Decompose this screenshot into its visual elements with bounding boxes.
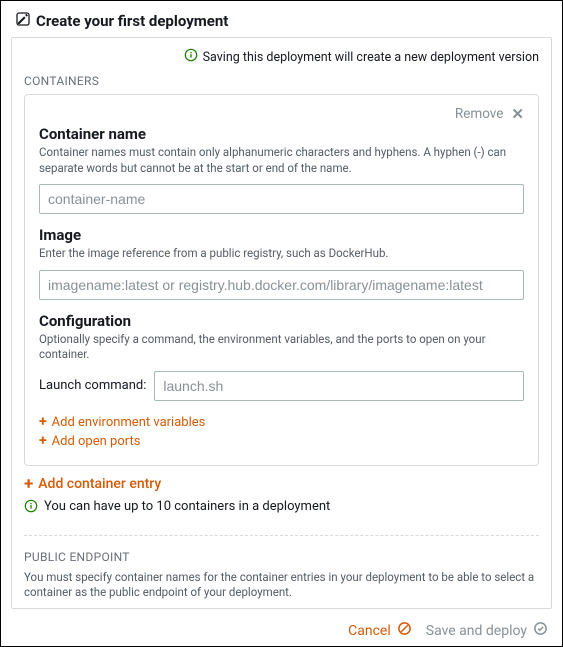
info-banner: Saving this deployment will create a new… — [24, 48, 539, 66]
footer: Cancel Save and deploy — [1, 615, 562, 646]
image-input[interactable] — [39, 270, 524, 300]
add-open-ports-label: Add open ports — [52, 434, 141, 449]
check-circle-icon — [533, 621, 548, 640]
add-container-entry-label: Add container entry — [38, 476, 161, 492]
cancel-icon — [397, 621, 412, 640]
remove-label: Remove — [455, 106, 504, 122]
container-name-desc: Container names must contain only alphan… — [39, 145, 524, 176]
add-container-entry-button[interactable]: + Add container entry — [24, 476, 539, 493]
plus-icon: + — [39, 434, 47, 448]
configuration-title: Configuration — [39, 312, 524, 330]
container-name-input[interactable] — [39, 184, 524, 214]
public-endpoint-label: PUBLIC ENDPOINT — [24, 550, 539, 564]
remove-button[interactable]: Remove ✕ — [39, 105, 524, 123]
info-icon — [184, 48, 198, 66]
container-limit-info: You can have up to 10 containers in a de… — [24, 499, 539, 517]
info-icon — [24, 499, 38, 517]
close-icon: ✕ — [511, 105, 524, 123]
plus-icon: + — [39, 415, 47, 429]
container-limit-text: You can have up to 10 containers in a de… — [44, 499, 330, 514]
container-card: Remove ✕ Container name Container names … — [24, 94, 539, 466]
cancel-button[interactable]: Cancel — [348, 621, 412, 640]
plus-icon: + — [24, 476, 33, 493]
page-title: Create your first deployment — [36, 12, 228, 30]
launch-command-label: Launch command: — [39, 378, 146, 393]
edit-icon — [15, 11, 31, 31]
deployment-form: Create your first deployment Saving this… — [0, 0, 563, 647]
add-env-vars-label: Add environment variables — [52, 415, 206, 430]
launch-command-row: Launch command: — [39, 371, 524, 401]
containers-label: CONTAINERS — [24, 74, 539, 88]
public-endpoint-desc: You must specify container names for the… — [24, 570, 539, 601]
save-label: Save and deploy — [426, 623, 527, 639]
info-banner-text: Saving this deployment will create a new… — [203, 50, 539, 65]
launch-command-input[interactable] — [154, 371, 524, 401]
header: Create your first deployment — [1, 1, 562, 37]
content: Saving this deployment will create a new… — [11, 37, 552, 609]
save-and-deploy-button[interactable]: Save and deploy — [426, 621, 548, 640]
container-name-title: Container name — [39, 125, 524, 143]
add-open-ports-button[interactable]: + Add open ports — [39, 434, 524, 449]
configuration-desc: Optionally specify a command, the enviro… — [39, 332, 524, 363]
add-env-vars-button[interactable]: + Add environment variables — [39, 415, 524, 430]
image-title: Image — [39, 226, 524, 244]
image-desc: Enter the image reference from a public … — [39, 246, 524, 262]
divider — [24, 535, 539, 536]
cancel-label: Cancel — [348, 623, 391, 639]
